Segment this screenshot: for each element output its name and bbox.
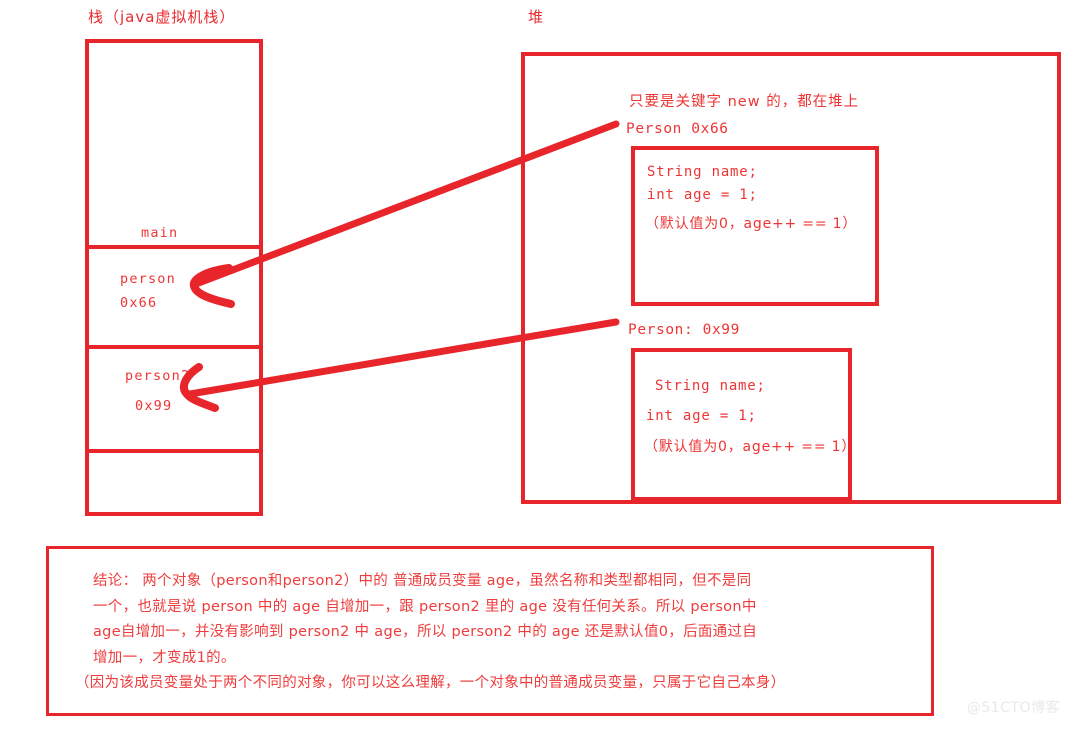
heap-object-label-2: Person: 0x99 xyxy=(628,322,740,338)
stack-divider-3 xyxy=(89,449,259,453)
stack-frame-value-person: 0x66 xyxy=(120,295,158,311)
object2-note: （默认值为0，age++ == 1） xyxy=(644,439,857,455)
heap-object-box-2: String name; int age = 1; （默认值为0，age++ =… xyxy=(631,348,855,501)
stack-divider-2 xyxy=(89,345,259,349)
stack-frame-label-person: person xyxy=(120,271,176,287)
heap-note-text: 只要是关键字 new 的，都在堆上 xyxy=(629,94,860,110)
object1-field-name: String name; xyxy=(647,164,758,180)
heap-container: 只要是关键字 new 的，都在堆上 Person 0x66 String nam… xyxy=(521,52,1061,504)
stack-container: main person 0x66 person2 0x99 xyxy=(85,39,263,516)
diagram-canvas: 栈（java虚拟机栈） 堆 main person 0x66 person2 0… xyxy=(0,0,1074,729)
object1-field-age: int age = 1; xyxy=(647,187,758,203)
heap-title: 堆 xyxy=(528,8,545,26)
conclusion-text: 结论： 两个对象（person和person2）中的 普通成员变量 age，虽然… xyxy=(75,569,917,697)
watermark: @51CTO博客 xyxy=(966,700,1060,716)
object2-field-age: int age = 1; xyxy=(646,408,757,424)
object1-note: （默认值为0，age++ == 1） xyxy=(645,216,858,232)
conclusion-line-2: 一个，也就是说 person 中的 age 自增加一，跟 person2 里的 … xyxy=(93,598,757,615)
stack-divider-1 xyxy=(89,245,259,249)
conclusion-line-3: age自增加一，并没有影响到 person2 中 age，所以 person2 … xyxy=(93,624,758,640)
stack-frame-label-person2: person2 xyxy=(125,368,191,384)
stack-title: 栈（java虚拟机栈） xyxy=(88,8,236,26)
stack-frame-value-person2: 0x99 xyxy=(135,398,173,414)
heap-object-label-1: Person 0x66 xyxy=(626,121,729,137)
stack-frame-label-main: main xyxy=(141,225,179,241)
object2-field-name: String name; xyxy=(655,378,766,394)
heap-object-box-1: String name; int age = 1; （默认值为0，age++ =… xyxy=(631,146,879,306)
conclusion-line-5: （因为该成员变量处于两个不同的对象，你可以这么理解，一个对象中的普通成员变量，只… xyxy=(75,675,786,691)
conclusion-line-4: 增加一，才变成1的。 xyxy=(93,649,236,666)
conclusion-container: 结论： 两个对象（person和person2）中的 普通成员变量 age，虽然… xyxy=(46,546,934,716)
conclusion-line-1: 结论： 两个对象（person和person2）中的 普通成员变量 age，虽然… xyxy=(93,573,752,589)
